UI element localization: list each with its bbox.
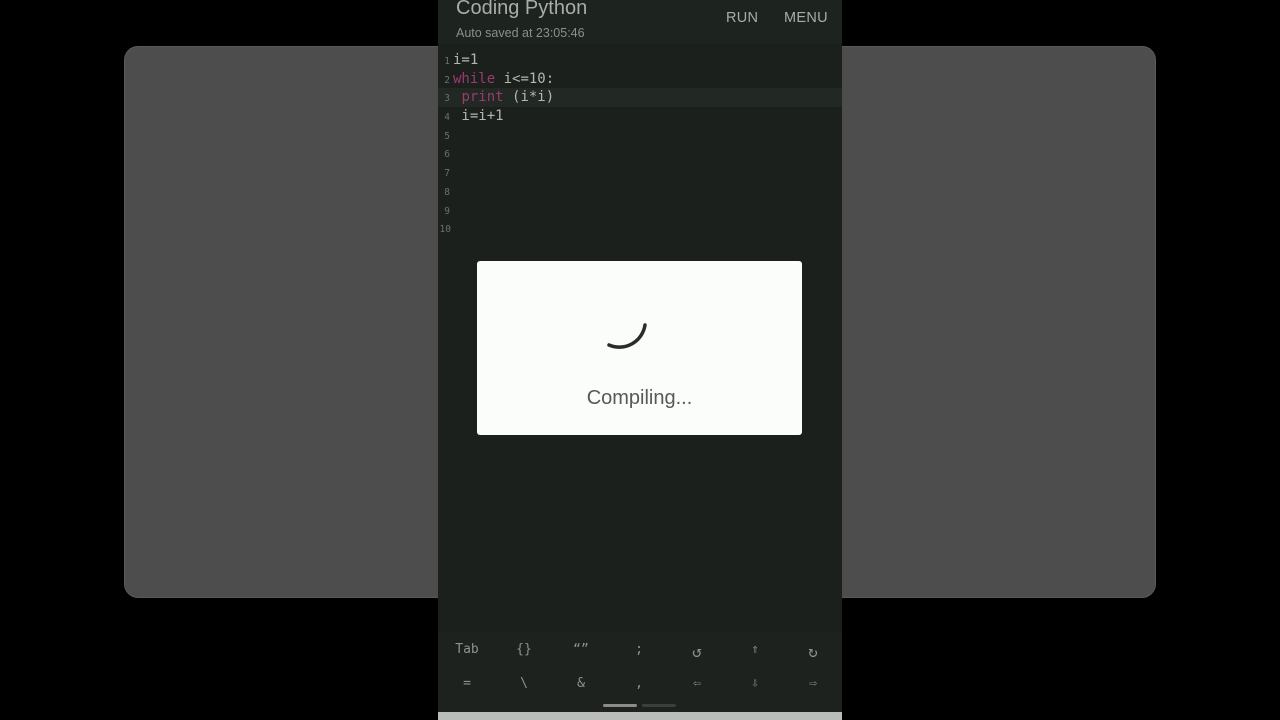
line-number: 10 <box>439 224 451 236</box>
arrow-left-icon[interactable]: ⇦ <box>668 676 726 691</box>
extra-keys-bar: Tab {} “” ; ↺ ⇑ ↻ = \ & , ⇦ ⇩ ⇨ <box>438 632 842 712</box>
phone-screen: Coding Python Auto saved at 23:05:46 RUN… <box>438 0 842 720</box>
line-number: 1 <box>444 56 450 67</box>
code-text: i=i+1 <box>453 108 504 125</box>
code-line: 10 <box>438 219 842 238</box>
code-line: 4 i=i+1 <box>438 107 842 126</box>
equals-key[interactable]: = <box>438 676 496 691</box>
code-line: 1 i=1 <box>438 51 842 70</box>
compiling-message: Compiling... <box>586 387 693 409</box>
code-line: 8 <box>438 182 842 201</box>
line-number: 9 <box>444 205 450 217</box>
code-line: 5 <box>438 126 842 145</box>
line-number: 3 <box>444 93 450 105</box>
page-indicator-active <box>603 704 637 707</box>
line-number: 7 <box>444 168 450 180</box>
system-nav-bar <box>438 712 842 720</box>
app-title: Coding Python <box>456 0 588 19</box>
backslash-key[interactable]: \ <box>495 676 553 691</box>
quotes-key[interactable]: “” <box>552 642 610 657</box>
semicolon-key[interactable]: ; <box>610 642 668 657</box>
arrow-down-icon[interactable]: ⇩ <box>726 676 784 691</box>
comma-key[interactable]: , <box>610 676 668 691</box>
app-bar: Coding Python Auto saved at 23:05:46 RUN… <box>438 0 842 44</box>
arrow-right-icon[interactable]: ⇨ <box>784 676 842 691</box>
line-number: 8 <box>444 186 450 198</box>
line-number: 2 <box>444 74 450 86</box>
code-line-current: 3 print (i*i) <box>438 88 842 108</box>
ampersand-key[interactable]: & <box>552 676 610 691</box>
code-line: 7 <box>438 163 842 182</box>
run-button[interactable]: RUN <box>726 10 758 26</box>
redo-icon[interactable]: ↻ <box>784 642 842 661</box>
line-number: 5 <box>444 130 450 142</box>
line-number: 4 <box>444 112 450 124</box>
code-text: print (i*i) <box>461 89 555 106</box>
menu-button[interactable]: MENU <box>784 10 828 26</box>
keyword-print: print <box>461 89 504 106</box>
line-number: 6 <box>444 149 450 161</box>
page-indicator <box>642 704 676 707</box>
undo-icon[interactable]: ↺ <box>668 642 726 661</box>
keyword-while: while <box>453 70 496 87</box>
code-line: 6 <box>438 144 842 163</box>
tab-key[interactable]: Tab <box>438 642 496 657</box>
code-editor[interactable]: 1 i=1 2 while i<=10: 3 print (i*i) 4 i=i… <box>438 51 842 241</box>
code-line: 9 <box>438 201 842 220</box>
loading-spinner-icon <box>607 323 647 349</box>
compiling-dialog: Compiling... <box>477 261 802 435</box>
code-text: i=1 <box>453 52 479 68</box>
autosave-status: Auto saved at 23:05:46 <box>456 26 585 40</box>
code-line: 2 while i<=10: <box>438 70 842 89</box>
code-text: while i<=10: <box>453 70 555 87</box>
arrow-up-icon[interactable]: ⇑ <box>726 642 784 657</box>
braces-key[interactable]: {} <box>495 642 553 657</box>
